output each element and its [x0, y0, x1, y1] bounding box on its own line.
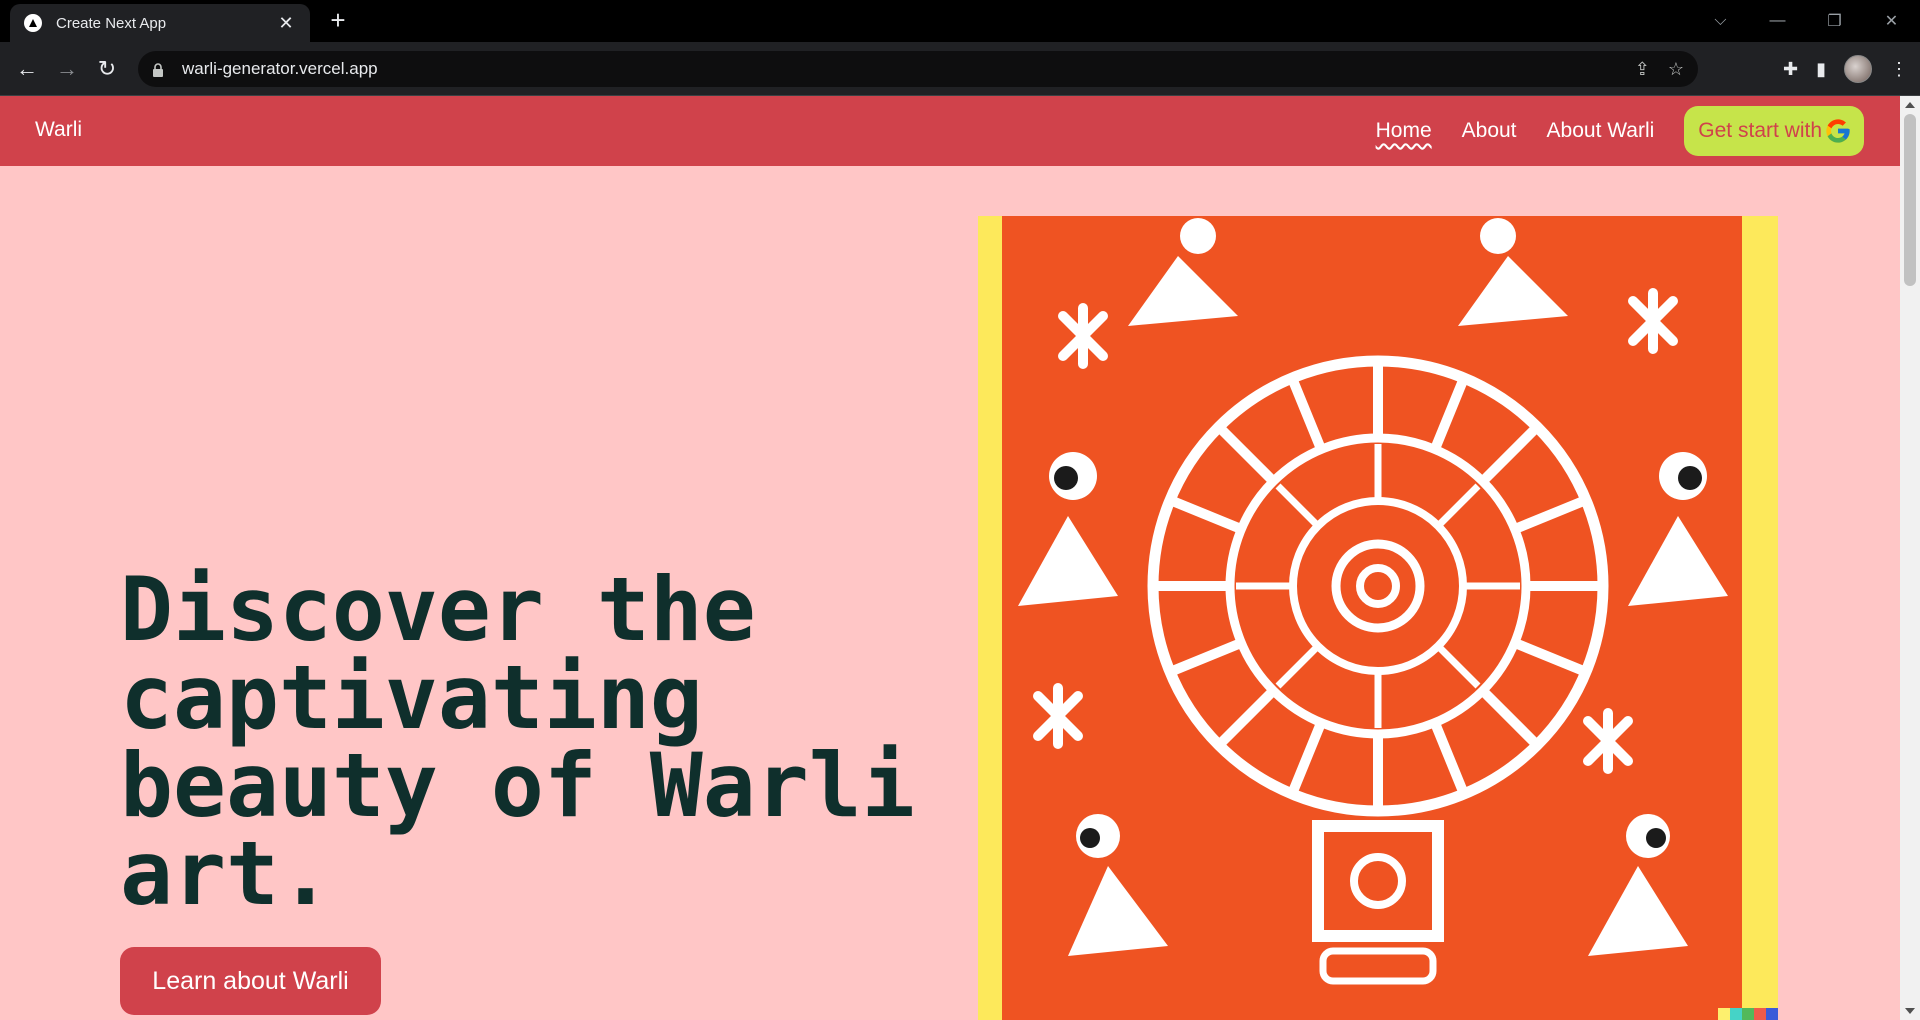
learn-about-warli-button[interactable]: Learn about Warli — [120, 947, 381, 1015]
bookmark-star-icon[interactable]: ☆ — [1668, 59, 1684, 80]
hero-title: Discover the captivating beauty of Warli… — [120, 558, 915, 925]
omnibox-actions: ⇪ ☆ — [1635, 51, 1684, 87]
scrollbar-thumb[interactable] — [1904, 114, 1916, 286]
tab-search-icon[interactable]: ⌵ — [1692, 12, 1749, 30]
cta-label: Get start with — [1698, 119, 1822, 142]
browser-tab[interactable]: Create Next App ✕ — [10, 4, 310, 42]
restore-icon[interactable]: ❐ — [1806, 11, 1863, 31]
nav-link-about-warli[interactable]: About Warli — [1547, 119, 1655, 143]
extensions-icon[interactable]: ✚ — [1783, 59, 1798, 80]
back-icon[interactable]: ← — [10, 52, 44, 86]
tab-title: Create Next App — [56, 14, 167, 32]
brand-logo-text[interactable]: Warli — [35, 118, 82, 142]
menu-kebab-icon[interactable]: ⋮ — [1890, 59, 1908, 80]
nav-link-about[interactable]: About — [1462, 119, 1517, 143]
url-text: warli-generator.vercel.app — [182, 59, 378, 78]
reload-icon[interactable]: ↻ — [90, 52, 124, 86]
warli-art-image — [978, 216, 1778, 1020]
google-sign-in-button[interactable]: Get start with — [1684, 106, 1864, 156]
google-icon — [1826, 119, 1850, 143]
browser-tab-strip: Create Next App ✕ + ⌵ — ❐ ✕ — [0, 0, 1920, 42]
window-controls: ⌵ — ❐ ✕ — [1692, 0, 1920, 42]
nav-links: Home About About Warli Get start with — [1376, 106, 1864, 156]
side-panel-icon[interactable]: ▮ — [1816, 59, 1826, 80]
nav-link-home[interactable]: Home — [1376, 119, 1432, 143]
minimize-icon[interactable]: — — [1749, 12, 1806, 30]
lock-icon[interactable] — [152, 62, 164, 77]
address-bar[interactable]: warli-generator.vercel.app ⇪ ☆ — [138, 51, 1698, 87]
share-icon[interactable]: ⇪ — [1635, 59, 1650, 80]
scroll-down-icon[interactable] — [1905, 1008, 1915, 1014]
toolbar-right: ✚ ▮ ⋮ — [1783, 52, 1908, 86]
nextjs-favicon-icon — [24, 14, 42, 32]
browser-toolbar: ← → ↻ warli-generator.vercel.app ⇪ ☆ ✚ ▮… — [0, 42, 1920, 96]
close-window-icon[interactable]: ✕ — [1863, 11, 1920, 31]
site-navbar: Warli Home About About Warli Get start w… — [0, 96, 1900, 166]
profile-avatar[interactable] — [1844, 55, 1872, 83]
scroll-up-icon[interactable] — [1905, 102, 1915, 108]
hero-section: Discover the captivating beauty of Warli… — [0, 166, 1900, 1020]
page-scrollbar[interactable] — [1900, 96, 1920, 1020]
tab-close-icon[interactable]: ✕ — [276, 13, 296, 34]
forward-icon[interactable]: → — [50, 52, 84, 86]
new-tab-button[interactable]: + — [324, 6, 352, 34]
